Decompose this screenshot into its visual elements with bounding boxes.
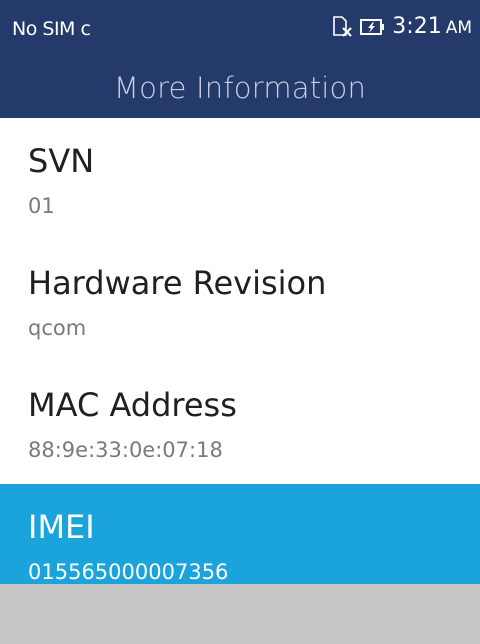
page-title: More Information	[113, 71, 367, 105]
softkey-bar	[0, 584, 480, 644]
clock-ampm: AM	[445, 18, 472, 38]
info-item-hardware-revision[interactable]: Hardware Revision qcom	[0, 240, 480, 362]
info-item-svn[interactable]: SVN 01	[0, 118, 480, 240]
info-item-imei[interactable]: IMEI 015565000007356	[0, 484, 480, 594]
info-value: 88:9e:33:0e:07:18	[28, 438, 223, 462]
carrier-label: No SIM c	[12, 18, 91, 40]
info-value: 015565000007356	[28, 560, 229, 584]
info-item-mac-address[interactable]: MAC Address 88:9e:33:0e:07:18	[0, 362, 480, 484]
clock-time: 3:21	[392, 14, 442, 39]
header: More Information	[0, 58, 480, 118]
info-list: SVN 01 Hardware Revision qcom MAC Addres…	[0, 118, 480, 594]
info-value: qcom	[28, 316, 87, 340]
info-label: IMEI	[28, 508, 95, 546]
no-sim-icon	[330, 15, 354, 39]
status-icons: 3:21 AM	[330, 14, 472, 39]
battery-charging-icon	[360, 16, 386, 38]
info-label: MAC Address	[28, 386, 237, 424]
status-bar: No SIM c 3:21 AM	[0, 0, 480, 58]
info-label: Hardware Revision	[28, 264, 327, 302]
info-value: 01	[28, 194, 55, 218]
info-label: SVN	[28, 142, 95, 180]
